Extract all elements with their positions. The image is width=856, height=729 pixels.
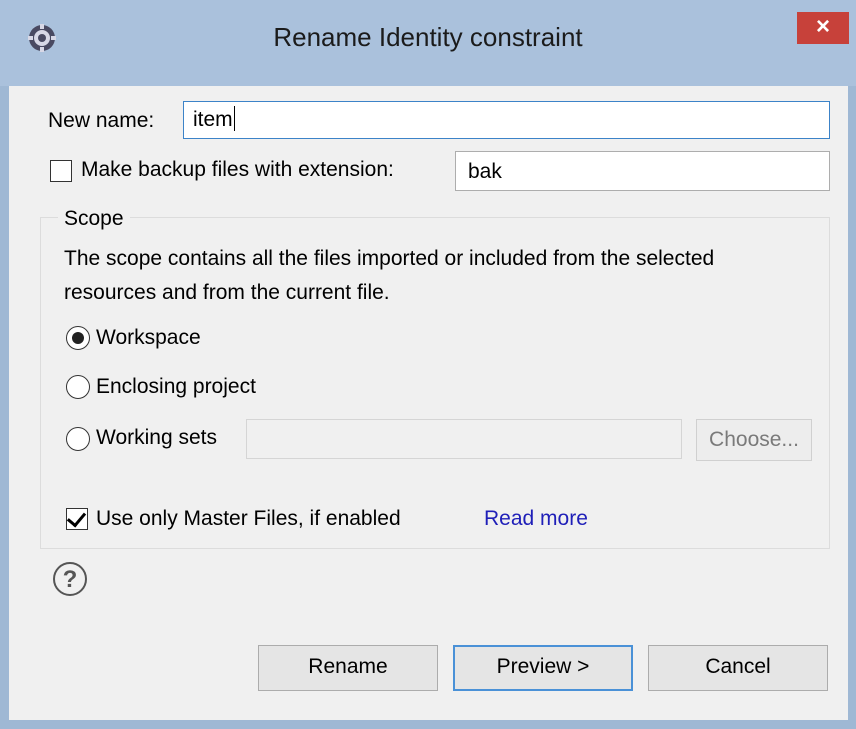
- rename-button[interactable]: Rename: [258, 645, 438, 691]
- new-name-label: New name:: [48, 109, 155, 132]
- title-bar[interactable]: Rename Identity constraint ×: [0, 0, 856, 86]
- scope-description-line-2: resources and from the current file.: [64, 281, 390, 304]
- help-icon[interactable]: ?: [53, 562, 87, 596]
- read-more-link[interactable]: Read more: [484, 507, 588, 531]
- working-sets-input[interactable]: [246, 419, 682, 459]
- close-button[interactable]: ×: [797, 12, 849, 44]
- new-name-value: item: [193, 108, 233, 131]
- new-name-input[interactable]: item: [183, 101, 830, 139]
- workspace-radio-label[interactable]: Workspace: [96, 326, 201, 350]
- preview-button[interactable]: Preview >: [453, 645, 633, 691]
- scope-group-title: Scope: [58, 207, 130, 231]
- workspace-radio[interactable]: [66, 326, 90, 350]
- backup-checkbox-label[interactable]: Make backup files with extension:: [81, 158, 394, 182]
- dialog-title: Rename Identity constraint: [273, 22, 583, 52]
- working-sets-radio-label[interactable]: Working sets: [96, 426, 217, 450]
- text-caret: [233, 106, 235, 131]
- rename-dialog-window: Rename Identity constraint × New name: i…: [0, 0, 856, 729]
- enclosing-project-radio-label[interactable]: Enclosing project: [96, 375, 256, 399]
- scope-description-line-1: The scope contains all the files importe…: [64, 247, 715, 270]
- backup-extension-input[interactable]: bak: [455, 151, 830, 191]
- enclosing-project-radio[interactable]: [66, 375, 90, 399]
- master-files-label[interactable]: Use only Master Files, if enabled: [96, 507, 401, 531]
- master-files-checkbox[interactable]: [66, 507, 88, 530]
- check-icon: [66, 507, 87, 528]
- radio-selected-dot: [72, 332, 84, 344]
- working-sets-radio[interactable]: [66, 427, 90, 451]
- cancel-button[interactable]: Cancel: [648, 645, 828, 691]
- choose-button[interactable]: Choose...: [696, 419, 812, 461]
- backup-checkbox[interactable]: [50, 160, 72, 182]
